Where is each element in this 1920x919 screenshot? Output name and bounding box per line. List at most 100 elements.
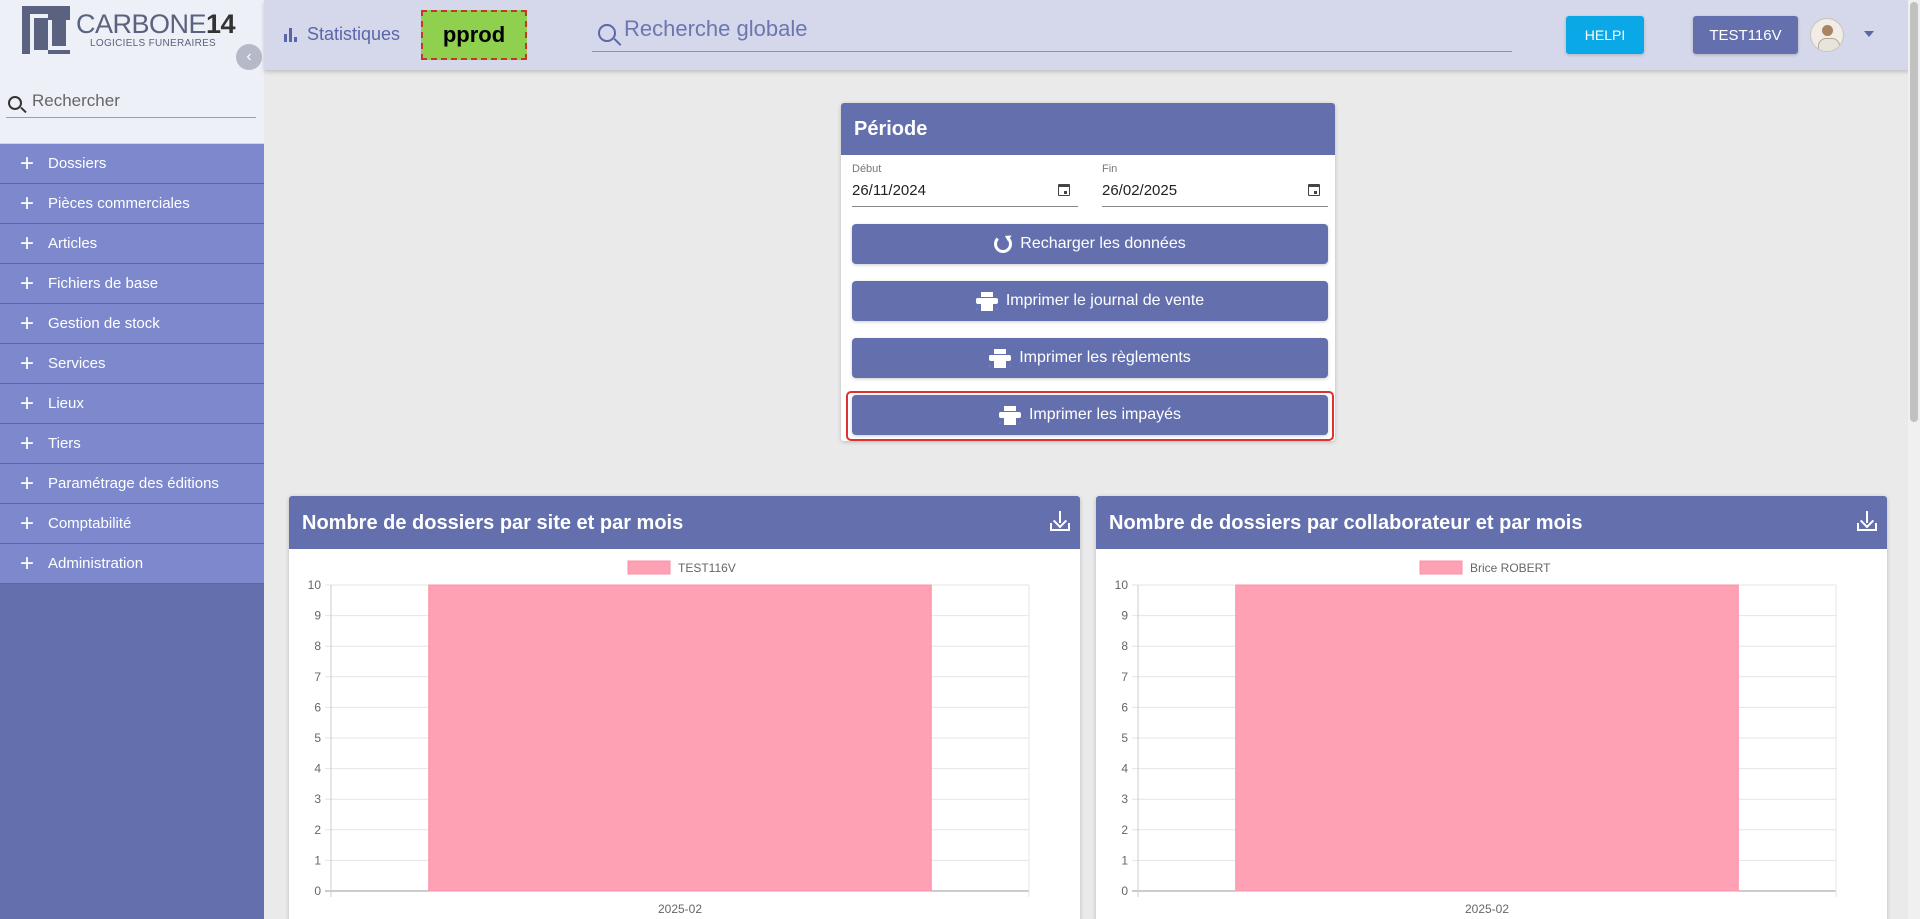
y-tick-label: 8 bbox=[1121, 639, 1128, 653]
y-tick-label: 5 bbox=[314, 731, 321, 745]
calendar-icon[interactable] bbox=[1058, 184, 1070, 196]
sidebar-item-label: Tiers bbox=[48, 435, 81, 452]
end-date-field[interactable]: Fin 26/02/2025 bbox=[1102, 160, 1328, 207]
global-search-input[interactable] bbox=[624, 16, 1494, 42]
y-tick-label: 5 bbox=[1121, 731, 1128, 745]
refresh-icon bbox=[994, 235, 1013, 253]
y-tick-label: 0 bbox=[1121, 884, 1128, 898]
reload-data-label: Recharger les données bbox=[1020, 235, 1186, 252]
caret-down-icon[interactable] bbox=[1864, 31, 1874, 37]
chevron-left-icon: ‹ bbox=[246, 48, 252, 65]
sidebar-search bbox=[6, 88, 256, 118]
collapse-sidebar-button[interactable]: ‹ bbox=[236, 44, 262, 70]
y-tick-label: 7 bbox=[314, 670, 321, 684]
print-unpaid-button[interactable]: Imprimer les impayés bbox=[852, 395, 1328, 435]
sidebar-item-label: Administration bbox=[48, 555, 144, 572]
plus-icon: + bbox=[20, 189, 35, 217]
plus-icon: + bbox=[20, 229, 35, 257]
y-tick-label: 1 bbox=[314, 853, 321, 867]
statistiques-link[interactable]: Statistiques bbox=[284, 24, 400, 45]
download-icon[interactable] bbox=[1050, 511, 1070, 531]
start-date-field[interactable]: Début 26/11/2024 bbox=[852, 160, 1078, 207]
printer-icon bbox=[989, 349, 1012, 368]
x-tick-label: 2025-02 bbox=[658, 902, 702, 916]
reload-data-button[interactable]: Recharger les données bbox=[852, 224, 1328, 264]
scrollbar-thumb[interactable] bbox=[1910, 2, 1918, 422]
y-tick-label: 1 bbox=[1121, 853, 1128, 867]
print-payments-label: Imprimer les règlements bbox=[1019, 349, 1191, 366]
sidebar-item[interactable]: + Tiers bbox=[0, 424, 264, 464]
y-tick-label: 6 bbox=[314, 700, 321, 714]
y-tick-label: 10 bbox=[308, 578, 322, 592]
y-tick-label: 2 bbox=[314, 823, 321, 837]
plus-icon: + bbox=[20, 389, 35, 417]
chart-title: Nombre de dossiers par collaborateur et … bbox=[1109, 512, 1583, 534]
plus-icon: + bbox=[20, 549, 35, 577]
bar-chart-icon bbox=[284, 27, 297, 42]
start-date-value[interactable]: 26/11/2024 bbox=[852, 182, 926, 199]
y-tick-label: 4 bbox=[314, 762, 321, 776]
plus-icon: + bbox=[20, 429, 35, 457]
sidebar-item-label: Services bbox=[48, 355, 106, 372]
logo-area: CARBONE14 LOGICIELS FUNERAIRES ‹ bbox=[0, 0, 264, 144]
sidebar-item[interactable]: + Dossiers bbox=[0, 144, 264, 184]
sidebar-item[interactable]: + Fichiers de base bbox=[0, 264, 264, 304]
sidebar-item[interactable]: + Administration bbox=[0, 544, 264, 584]
x-tick-label: 2025-02 bbox=[1465, 902, 1509, 916]
logo-title-number: 14 bbox=[206, 9, 236, 39]
sidebar-item-label: Fichiers de base bbox=[48, 275, 159, 292]
y-tick-label: 3 bbox=[1121, 792, 1128, 806]
y-tick-label: 9 bbox=[314, 609, 321, 623]
y-tick-label: 8 bbox=[314, 639, 321, 653]
start-date-label: Début bbox=[852, 163, 882, 175]
print-sales-journal-button[interactable]: Imprimer le journal de vente bbox=[852, 281, 1328, 321]
y-tick-label: 4 bbox=[1121, 762, 1128, 776]
helpi-button[interactable]: HELPI bbox=[1566, 16, 1644, 54]
bar-chart: Brice ROBERT 0 1 2 3 4 5 6 7 8 9 10 2025-02 bbox=[1115, 560, 1837, 916]
statistiques-label: Statistiques bbox=[307, 24, 401, 44]
sidebar-item[interactable]: + Lieux bbox=[0, 384, 264, 424]
plus-icon: + bbox=[20, 149, 35, 177]
chart-card-site: Nombre de dossiers par site et par mois … bbox=[289, 496, 1080, 919]
sidebar-item[interactable]: + Pièces commerciales bbox=[0, 184, 264, 224]
chart-bar bbox=[1235, 584, 1739, 892]
y-tick-label: 10 bbox=[1115, 578, 1129, 592]
sidebar-item[interactable]: + Comptabilité bbox=[0, 504, 264, 544]
sidebar-menu: + Dossiers + Pièces commerciales + Articles + F… bbox=[0, 144, 264, 584]
calendar-icon[interactable] bbox=[1308, 184, 1320, 196]
y-tick-label: 6 bbox=[1121, 700, 1128, 714]
bar-chart: TEST116V 0 1 2 3 4 5 6 7 8 9 10 2025-02 bbox=[308, 560, 1030, 916]
end-date-value[interactable]: 26/02/2025 bbox=[1102, 182, 1177, 199]
sidebar-item-label: Dossiers bbox=[48, 155, 107, 172]
print-payments-button[interactable]: Imprimer les règlements bbox=[852, 338, 1328, 378]
sidebar-item-label: Pièces commerciales bbox=[48, 195, 190, 212]
y-tick-label: 0 bbox=[314, 884, 321, 898]
search-icon bbox=[8, 96, 22, 110]
end-date-label: Fin bbox=[1102, 163, 1118, 175]
sidebar-search-input[interactable] bbox=[32, 91, 252, 111]
print-sales-journal-label: Imprimer le journal de vente bbox=[1005, 292, 1205, 309]
y-tick-label: 7 bbox=[1121, 670, 1128, 684]
plus-icon: + bbox=[20, 509, 35, 537]
chart-header: Nombre de dossiers par collaborateur et … bbox=[1096, 496, 1887, 549]
sidebar: CARBONE14 LOGICIELS FUNERAIRES ‹ + Dossie… bbox=[0, 0, 264, 919]
search-icon bbox=[598, 24, 616, 42]
sidebar-item[interactable]: + Services bbox=[0, 344, 264, 384]
plus-icon: + bbox=[20, 269, 35, 297]
user-button[interactable]: TEST116V bbox=[1693, 16, 1798, 54]
avatar[interactable] bbox=[1810, 18, 1844, 52]
periode-card: Période Début 26/11/2024 Fin 26/02/2025 … bbox=[841, 103, 1335, 441]
chart-header: Nombre de dossiers par site et par mois bbox=[289, 496, 1080, 549]
download-icon[interactable] bbox=[1857, 511, 1877, 531]
sidebar-item[interactable]: + Articles bbox=[0, 224, 264, 264]
logo-title: CARBONE14 bbox=[76, 9, 236, 40]
sidebar-item-label: Gestion de stock bbox=[48, 315, 160, 332]
y-tick-label: 3 bbox=[314, 792, 321, 806]
scrollbar[interactable] bbox=[1908, 0, 1920, 919]
chart-card-collaborator: Nombre de dossiers par collaborateur et … bbox=[1096, 496, 1887, 919]
sidebar-item[interactable]: + Gestion de stock bbox=[0, 304, 264, 344]
logo-subtitle: LOGICIELS FUNERAIRES bbox=[90, 38, 217, 49]
chart-bar bbox=[428, 584, 932, 892]
plus-icon: + bbox=[20, 469, 35, 497]
sidebar-item[interactable]: + Paramétrage des éditions bbox=[0, 464, 264, 504]
